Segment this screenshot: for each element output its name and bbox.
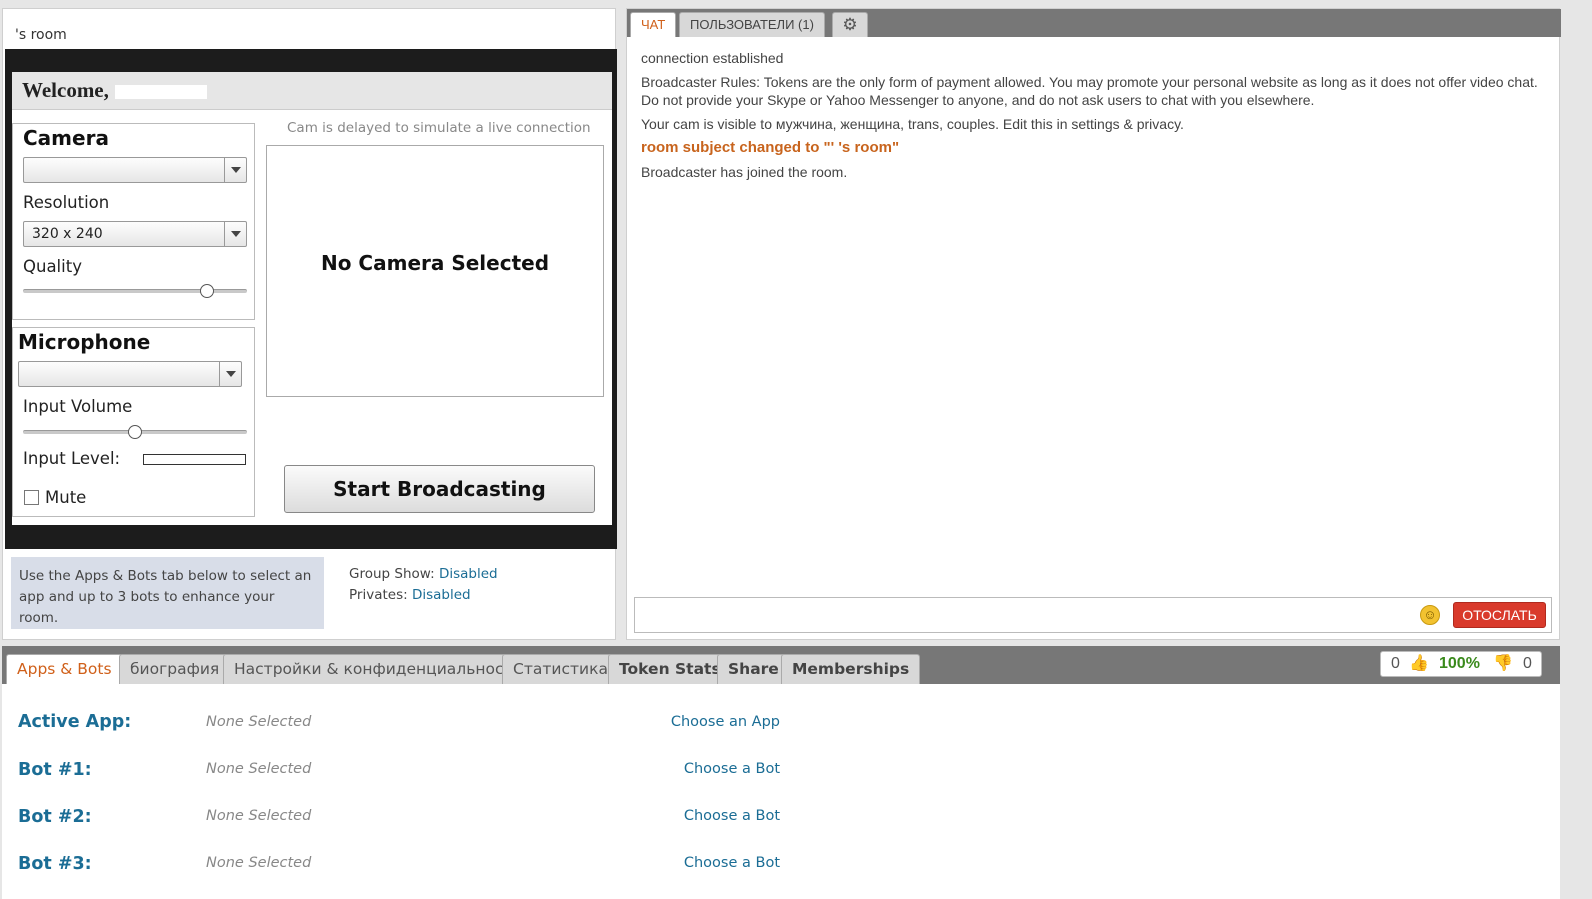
tab-bio[interactable]: биография: [119, 654, 231, 684]
chat-message-subject: room subject changed to "' 's room": [641, 139, 900, 156]
quality-label: Quality: [23, 257, 82, 276]
chat-messages: connection established Broadcaster Rules…: [641, 49, 1541, 187]
tab-statistics[interactable]: Статистика: [502, 654, 619, 684]
camera-select[interactable]: [23, 157, 247, 183]
microphone-heading: Microphone: [18, 330, 151, 354]
chat-message: connection established: [641, 50, 784, 66]
bot-2-label: Bot #2:: [18, 807, 92, 827]
send-button[interactable]: ОТОСЛАТЬ: [1453, 602, 1546, 628]
gear-icon[interactable]: ⚙: [832, 12, 868, 37]
bot-1-value: None Selected: [206, 761, 312, 777]
thumbs-down-count: 0: [1523, 655, 1532, 672]
tab-memberships[interactable]: Memberships: [781, 654, 921, 684]
chat-input-area: ☺ ОТОСЛАТЬ: [634, 597, 1552, 633]
chat-message: Your cam is visible to мужчина, женщина,…: [641, 116, 1184, 132]
input-level-label: Input Level:: [23, 449, 121, 468]
group-show-link[interactable]: Disabled: [439, 566, 498, 582]
bottom-tabbar: Apps & Bots биография Настройки & конфид…: [2, 646, 1560, 684]
thumbs-up-count: 0: [1391, 655, 1400, 672]
active-app-value: None Selected: [206, 714, 312, 730]
resolution-label: Resolution: [23, 193, 110, 212]
choose-bot-1-link[interactable]: Choose a Bot: [684, 761, 780, 777]
bot-1-label: Bot #1:: [18, 760, 92, 780]
chevron-down-icon: [224, 158, 246, 182]
chevron-down-icon: [224, 222, 246, 246]
camera-settings: Camera Resolution 320 x 240 Quality: [12, 123, 255, 320]
input-volume-label: Input Volume: [23, 397, 133, 416]
no-camera-message: No Camera Selected: [320, 251, 550, 275]
choose-bot-3-link[interactable]: Choose a Bot: [684, 855, 780, 871]
bot-2-value: None Selected: [206, 808, 312, 824]
chat-tabbar: ЧАТ ПОЛЬЗОВАТЕЛИ (1) ⚙: [627, 9, 1561, 37]
welcome-bar: Welcome,: [12, 72, 612, 110]
tab-users[interactable]: ПОЛЬЗОВАТЕЛИ (1): [679, 12, 825, 37]
quality-slider-handle[interactable]: [199, 284, 214, 298]
resolution-select[interactable]: 320 x 240: [23, 221, 247, 247]
chat-message: Broadcaster Rules: Tokens are the only f…: [641, 74, 1538, 108]
input-volume-slider-handle[interactable]: [128, 425, 142, 439]
tab-settings-privacy[interactable]: Настройки & конфиденциальность: [223, 654, 533, 684]
chat-message: Broadcaster has joined the room.: [641, 164, 848, 180]
group-show-status: Group Show: Disabled: [349, 566, 498, 582]
broadcast-settings: Welcome, Camera Resolution 320 x 240 Qua…: [12, 72, 612, 525]
bot-3-value: None Selected: [206, 855, 312, 871]
bot-3-label: Bot #3:: [18, 854, 92, 874]
input-level-meter: [143, 454, 246, 465]
mute-checkbox[interactable]: [24, 490, 39, 505]
tab-apps-bots[interactable]: Apps & Bots: [6, 654, 123, 684]
apps-bots-content: Active App: None Selected Choose an App …: [2, 684, 1560, 899]
choose-bot-2-link[interactable]: Choose a Bot: [684, 808, 780, 824]
room-title: 's room: [15, 27, 67, 43]
chat-input[interactable]: [639, 602, 1414, 628]
broadcast-panel: 's room Welcome, Camera Resolution 320 x…: [2, 8, 617, 640]
microphone-select[interactable]: [18, 361, 242, 387]
thumbs-up-icon[interactable]: 👍: [1409, 652, 1429, 676]
privates-link[interactable]: Disabled: [412, 587, 471, 603]
choose-app-link[interactable]: Choose an App: [671, 714, 780, 730]
tab-share[interactable]: Share: [717, 654, 790, 684]
delay-note: Cam is delayed to simulate a live connec…: [287, 120, 591, 136]
rating-percent: 100%: [1439, 655, 1480, 672]
rating-box: 0 👍 100% 👎 0: [1380, 651, 1542, 677]
camera-preview: No Camera Selected: [266, 145, 604, 397]
broadcast-frame: Welcome, Camera Resolution 320 x 240 Qua…: [5, 49, 617, 549]
tab-chat[interactable]: ЧАТ: [630, 12, 677, 37]
emoji-icon[interactable]: ☺: [1420, 605, 1440, 625]
tab-token-stats[interactable]: Token Stats: [608, 654, 732, 684]
active-app-label: Active App:: [18, 712, 132, 732]
microphone-settings: Microphone Input Volume Input Level: Mut…: [12, 327, 255, 517]
camera-heading: Camera: [23, 126, 109, 150]
thumbs-down-icon[interactable]: 👎: [1493, 652, 1513, 676]
privates-status: Privates: Disabled: [349, 587, 471, 603]
chat-panel: ЧАТ ПОЛЬЗОВАТЕЛИ (1) ⚙ connection establ…: [626, 8, 1561, 640]
welcome-text: Welcome,: [22, 78, 207, 103]
chevron-down-icon: [219, 362, 241, 386]
start-broadcasting-button[interactable]: Start Broadcasting: [284, 465, 595, 513]
show-info: Group Show: Disabled Privates: Disabled: [349, 564, 498, 606]
apps-hint: Use the Apps & Bots tab below to select …: [11, 557, 324, 629]
mute-label: Mute: [45, 488, 87, 507]
